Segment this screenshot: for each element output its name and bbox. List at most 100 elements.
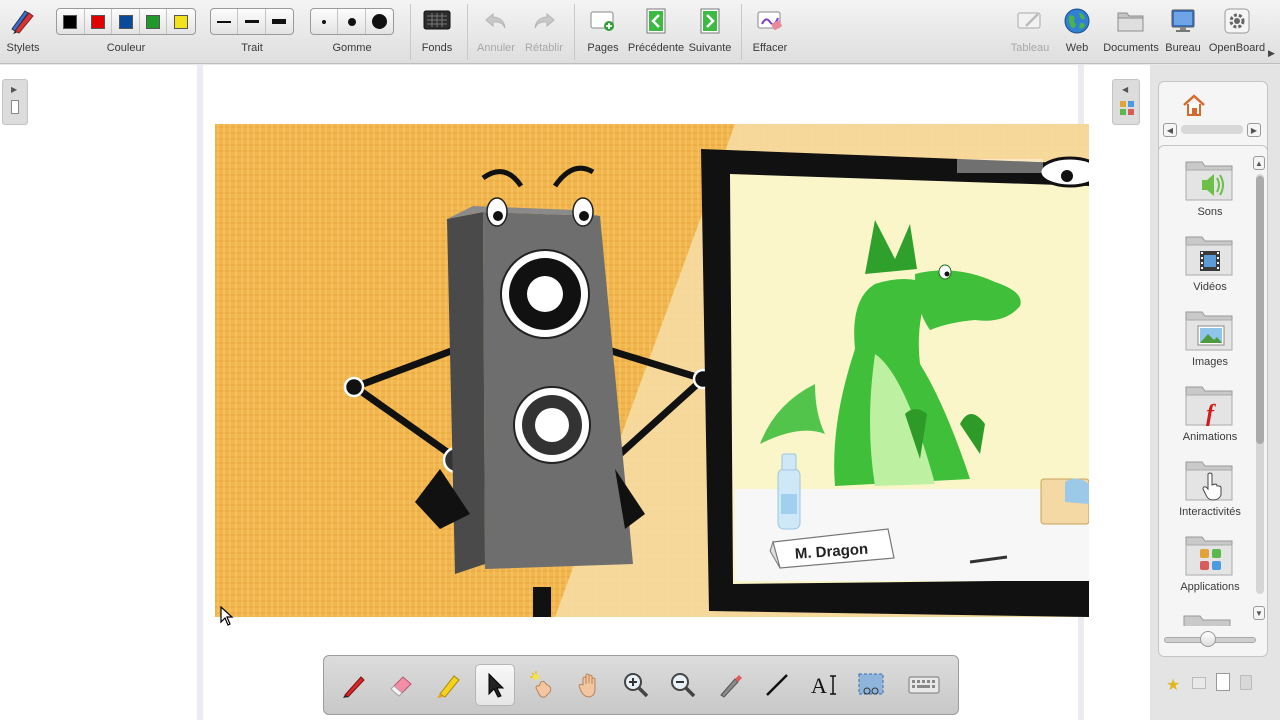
color-selector	[56, 8, 196, 35]
marker-tool-button[interactable]	[428, 664, 468, 706]
library-toggle[interactable]: ◀	[1112, 79, 1140, 125]
pages-thumbnail-icon	[11, 100, 19, 114]
library-label: Animations	[1182, 431, 1238, 443]
stylets-button[interactable]: Stylets	[4, 0, 42, 64]
hand-tool-button[interactable]	[569, 664, 609, 706]
openboard-button[interactable]: OpenBoard	[1208, 0, 1266, 64]
next-page-button[interactable]: Suivante	[688, 0, 732, 64]
undo-button[interactable]: Annuler	[474, 0, 518, 64]
eraser-medium-button[interactable]	[338, 9, 366, 34]
video-frame[interactable]: M. Dragon	[215, 124, 1089, 617]
color-green-button[interactable]	[140, 9, 168, 34]
eraser-tool-button[interactable]	[381, 664, 421, 706]
zoom-in-tool-button[interactable]	[616, 664, 656, 706]
openboard-label: OpenBoard	[1208, 42, 1266, 54]
globe-icon	[1062, 6, 1092, 36]
separator	[467, 4, 468, 60]
web-button[interactable]: Web	[1058, 0, 1096, 64]
svg-text:A: A	[811, 673, 827, 698]
color-red-button[interactable]	[85, 9, 113, 34]
new-folder-icon[interactable]	[1192, 677, 1206, 689]
pages-button[interactable]: Pages	[582, 0, 624, 64]
redo-button[interactable]: Rétablir	[522, 0, 566, 64]
zoom-in-icon	[624, 673, 649, 698]
library-scroll-down-button[interactable]: ▼	[1253, 606, 1265, 620]
couleur-label: Couleur	[106, 42, 146, 54]
stroke-thick-button[interactable]	[266, 9, 293, 34]
library-scroll-up-button[interactable]: ▲	[1253, 156, 1265, 170]
main-toolbar: Stylets Couleur Trait Gomme Fonds Annule…	[0, 0, 1280, 64]
eraser-small-button[interactable]	[311, 9, 339, 34]
library-folder-images[interactable]: Images	[1165, 308, 1255, 368]
home-icon[interactable]	[1181, 92, 1207, 123]
bureau-label: Bureau	[1165, 42, 1201, 54]
tableau-label: Tableau	[1010, 42, 1050, 54]
library-folder-partial[interactable]	[1182, 612, 1234, 626]
library-scrollbar-thumb[interactable]	[1256, 176, 1264, 444]
clear-button[interactable]: Effacer	[748, 0, 792, 64]
color-black-button[interactable]	[57, 9, 85, 34]
undo-icon	[481, 6, 511, 36]
flash-icon: f	[1184, 383, 1236, 427]
menu-arrow-icon[interactable]: ▶	[1268, 48, 1275, 59]
slider-handle[interactable]	[1200, 631, 1216, 647]
separator	[410, 4, 411, 60]
capture-pen-tool-button[interactable]	[710, 664, 750, 706]
scroll-left-button[interactable]: ◀	[1163, 123, 1177, 137]
eraser-large-button[interactable]	[366, 9, 393, 34]
gear-icon	[1222, 6, 1252, 36]
navigation-scrollbar[interactable]	[1181, 125, 1243, 134]
library-folder-sons[interactable]: Sons	[1165, 158, 1255, 218]
add-page-icon	[588, 6, 618, 36]
library-folder-applications[interactable]: Applications	[1165, 533, 1255, 593]
line-tool-button[interactable]	[757, 664, 797, 706]
effacer-label: Effacer	[752, 42, 788, 54]
zoom-out-icon	[671, 673, 696, 698]
library-folders: Sons Vidéos Images f Animations Interact…	[1158, 145, 1268, 657]
pen-icon	[343, 676, 365, 698]
capture-pen-icon	[720, 675, 742, 698]
library-folder-videos[interactable]: Vidéos	[1165, 233, 1255, 293]
eraser-size-selector	[310, 8, 394, 35]
favorite-star-icon[interactable]: ★	[1166, 675, 1180, 695]
board-icon	[1015, 6, 1045, 36]
fonds-label: Fonds	[421, 42, 453, 54]
selector-tool-button[interactable]	[475, 664, 515, 706]
previous-page-icon	[641, 6, 671, 36]
folder-icon	[1116, 6, 1146, 36]
scroll-right-button[interactable]: ▶	[1247, 123, 1261, 137]
library-label: Applications	[1180, 581, 1240, 593]
library-folder-animations[interactable]: f Animations	[1165, 383, 1255, 443]
stylus-icon	[8, 6, 38, 36]
text-tool-button[interactable]: A	[804, 664, 844, 706]
speaker-icon	[1184, 158, 1236, 202]
selector-icon	[488, 672, 505, 698]
suivante-label: Suivante	[688, 42, 732, 54]
background-grid-icon	[422, 6, 452, 36]
capture-tool-button[interactable]	[851, 664, 891, 706]
stroke-medium-button[interactable]	[238, 9, 266, 34]
clear-board-icon	[755, 6, 785, 36]
color-yellow-button[interactable]	[167, 9, 195, 34]
hand-icon	[578, 673, 596, 698]
trash-icon[interactable]	[1240, 675, 1252, 690]
previous-page-button[interactable]: Précédente	[628, 0, 684, 64]
tableau-button[interactable]: Tableau	[1008, 0, 1052, 64]
page-navigator-toggle[interactable]: ▶	[2, 79, 28, 125]
backgrounds-button[interactable]: Fonds	[416, 0, 458, 64]
separator	[574, 4, 575, 60]
trait-label: Trait	[241, 42, 263, 54]
new-page-icon[interactable]	[1216, 673, 1230, 691]
bureau-button[interactable]: Bureau	[1164, 0, 1202, 64]
virtual-keyboard-button[interactable]	[904, 664, 944, 706]
laser-pointer-tool-button[interactable]	[522, 664, 562, 706]
precedente-label: Précédente	[627, 42, 685, 54]
apps-icon	[1184, 533, 1236, 577]
zoom-out-tool-button[interactable]	[663, 664, 703, 706]
hand-pointer-icon	[1184, 458, 1236, 502]
pen-tool-button[interactable]	[334, 664, 374, 706]
stroke-thin-button[interactable]	[211, 9, 239, 34]
documents-button[interactable]: Documents	[1103, 0, 1159, 64]
color-blue-button[interactable]	[112, 9, 140, 34]
library-folder-interactivites[interactable]: Interactivités	[1165, 458, 1255, 518]
